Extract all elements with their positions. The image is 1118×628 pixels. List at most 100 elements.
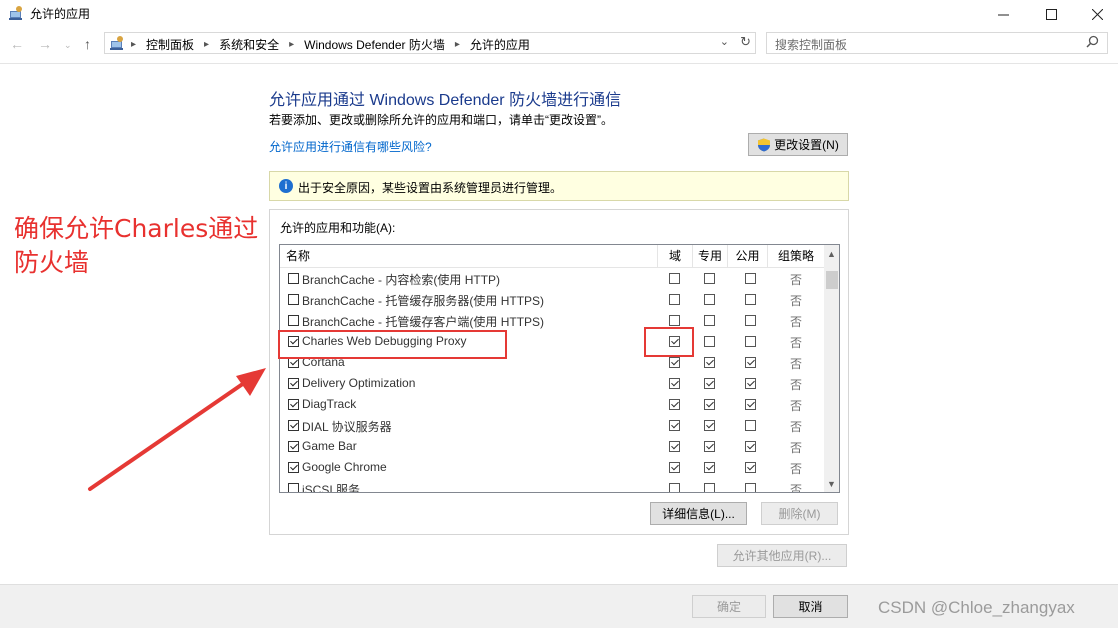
enable-checkbox[interactable] <box>288 378 299 389</box>
allow-other-app-button[interactable]: 允许其他应用(R)... <box>717 544 847 567</box>
group-policy-value: 否 <box>790 399 803 413</box>
domain-checkbox[interactable] <box>669 441 680 452</box>
public-checkbox[interactable] <box>745 315 756 326</box>
forward-arrow-icon[interactable]: → <box>38 36 52 52</box>
column-header-private[interactable]: 专用 <box>693 245 728 268</box>
table-row[interactable]: iSCSI 服务 否 <box>280 478 824 492</box>
public-checkbox[interactable] <box>745 483 756 492</box>
address-dropdown-icon[interactable]: ⌄ <box>720 35 729 48</box>
up-arrow-icon[interactable]: ↑ <box>84 36 91 52</box>
column-header-name[interactable]: 名称 <box>280 245 658 268</box>
change-settings-label: 更改设置(N) <box>774 138 839 152</box>
table-row[interactable]: DiagTrack 否 <box>280 394 824 415</box>
domain-checkbox[interactable] <box>669 378 680 389</box>
app-name: BranchCache - 内容检索(使用 HTTP) <box>302 273 501 287</box>
public-checkbox[interactable] <box>745 378 756 389</box>
private-checkbox[interactable] <box>704 273 715 284</box>
private-checkbox[interactable] <box>704 399 715 410</box>
breadcrumb-item[interactable]: 控制面板 <box>146 36 194 53</box>
private-checkbox[interactable] <box>704 294 715 305</box>
search-icon[interactable] <box>1086 35 1099 48</box>
domain-checkbox[interactable] <box>669 462 680 473</box>
minimize-button[interactable] <box>980 0 1026 28</box>
back-arrow-icon[interactable]: ← <box>10 36 24 52</box>
close-button[interactable] <box>1074 0 1118 28</box>
refresh-icon[interactable]: ↻ <box>740 34 751 50</box>
group-policy-value: 否 <box>790 315 803 329</box>
private-checkbox[interactable] <box>704 462 715 473</box>
table-row[interactable]: Delivery Optimization 否 <box>280 373 824 394</box>
breadcrumb-separator-icon[interactable]: ▸ <box>131 39 136 50</box>
private-checkbox[interactable] <box>704 378 715 389</box>
enable-checkbox[interactable] <box>288 441 299 452</box>
cancel-button[interactable]: 取消 <box>773 595 848 618</box>
public-checkbox[interactable] <box>745 273 756 284</box>
minimize-icon <box>997 14 1009 15</box>
public-checkbox[interactable] <box>745 336 756 347</box>
scroll-down-icon[interactable]: ▼ <box>827 479 836 489</box>
remove-button[interactable]: 删除(M) <box>761 502 838 525</box>
page-title: 允许应用通过 Windows Defender 防火墙进行通信 <box>269 92 622 109</box>
ok-button[interactable]: 确定 <box>692 595 766 618</box>
table-row[interactable]: DIAL 协议服务器 否 <box>280 415 824 436</box>
column-header-domain[interactable]: 域 <box>658 245 693 268</box>
domain-checkbox[interactable] <box>669 399 680 410</box>
breadcrumb-item[interactable]: Windows Defender 防火墙 <box>304 36 445 53</box>
vertical-scrollbar[interactable]: ▲ ▼ <box>824 245 839 492</box>
scroll-up-icon[interactable]: ▲ <box>827 249 836 259</box>
group-policy-value: 否 <box>790 378 803 392</box>
breadcrumb-item[interactable]: 系统和安全 <box>219 36 279 53</box>
domain-checkbox[interactable] <box>669 483 680 492</box>
recent-locations-chevron-icon[interactable]: ⌄ <box>64 40 72 51</box>
allowed-apps-list[interactable]: 名称 域 专用 公用 组策略 BranchCache - 内容检索(使用 HTT… <box>279 244 840 493</box>
breadcrumb-separator-icon[interactable]: ▸ <box>204 39 209 50</box>
private-checkbox[interactable] <box>704 336 715 347</box>
enable-checkbox[interactable] <box>288 294 299 305</box>
app-name: BranchCache - 托管缓存客户端(使用 HTTPS) <box>302 315 545 329</box>
breadcrumb-separator-icon[interactable]: ▸ <box>289 39 294 50</box>
private-checkbox[interactable] <box>704 420 715 431</box>
search-box[interactable]: 搜索控制面板 <box>766 32 1108 54</box>
public-checkbox[interactable] <box>745 420 756 431</box>
breadcrumb-item[interactable]: 允许的应用 <box>470 36 530 53</box>
maximize-button[interactable] <box>1028 0 1074 28</box>
enable-checkbox[interactable] <box>288 462 299 473</box>
watermark: CSDN @Chloe_zhangyax <box>878 598 1075 617</box>
control-panel-icon <box>110 36 123 50</box>
risk-help-link[interactable]: 允许应用进行通信有哪些风险? <box>269 138 432 155</box>
private-checkbox[interactable] <box>704 357 715 368</box>
table-row[interactable]: BranchCache - 托管缓存客户端(使用 HTTPS) 否 <box>280 310 824 331</box>
domain-checkbox[interactable] <box>669 273 680 284</box>
window-title: 允许的应用 <box>30 7 91 21</box>
public-checkbox[interactable] <box>745 294 756 305</box>
domain-checkbox[interactable] <box>669 315 680 326</box>
enable-checkbox[interactable] <box>288 483 299 492</box>
private-checkbox[interactable] <box>704 441 715 452</box>
table-row[interactable]: Google Chrome 否 <box>280 457 824 478</box>
public-checkbox[interactable] <box>745 441 756 452</box>
private-checkbox[interactable] <box>704 315 715 326</box>
domain-checkbox[interactable] <box>669 294 680 305</box>
column-header-public[interactable]: 公用 <box>728 245 768 268</box>
enable-checkbox[interactable] <box>288 420 299 431</box>
enable-checkbox[interactable] <box>288 399 299 410</box>
domain-checkbox[interactable] <box>669 420 680 431</box>
public-checkbox[interactable] <box>745 357 756 368</box>
enable-checkbox[interactable] <box>288 315 299 326</box>
column-header-group-policy[interactable]: 组策略 <box>768 245 824 268</box>
public-checkbox[interactable] <box>745 399 756 410</box>
private-checkbox[interactable] <box>704 483 715 492</box>
search-input[interactable]: 搜索控制面板 <box>775 36 847 53</box>
table-row[interactable]: Game Bar 否 <box>280 436 824 457</box>
table-row[interactable]: BranchCache - 托管缓存服务器(使用 HTTPS) 否 <box>280 289 824 310</box>
close-icon <box>1091 8 1103 20</box>
breadcrumb-separator-icon[interactable]: ▸ <box>455 39 460 50</box>
domain-checkbox[interactable] <box>669 357 680 368</box>
change-settings-button[interactable]: 更改设置(N) <box>748 133 848 156</box>
details-button[interactable]: 详细信息(L)... <box>650 502 747 525</box>
enable-checkbox[interactable] <box>288 273 299 284</box>
address-bar[interactable]: ▸ 控制面板 ▸ 系统和安全 ▸ Windows Defender 防火墙 ▸ … <box>104 32 756 54</box>
public-checkbox[interactable] <box>745 462 756 473</box>
table-row[interactable]: BranchCache - 内容检索(使用 HTTP) 否 <box>280 268 824 289</box>
scroll-thumb[interactable] <box>826 271 838 289</box>
